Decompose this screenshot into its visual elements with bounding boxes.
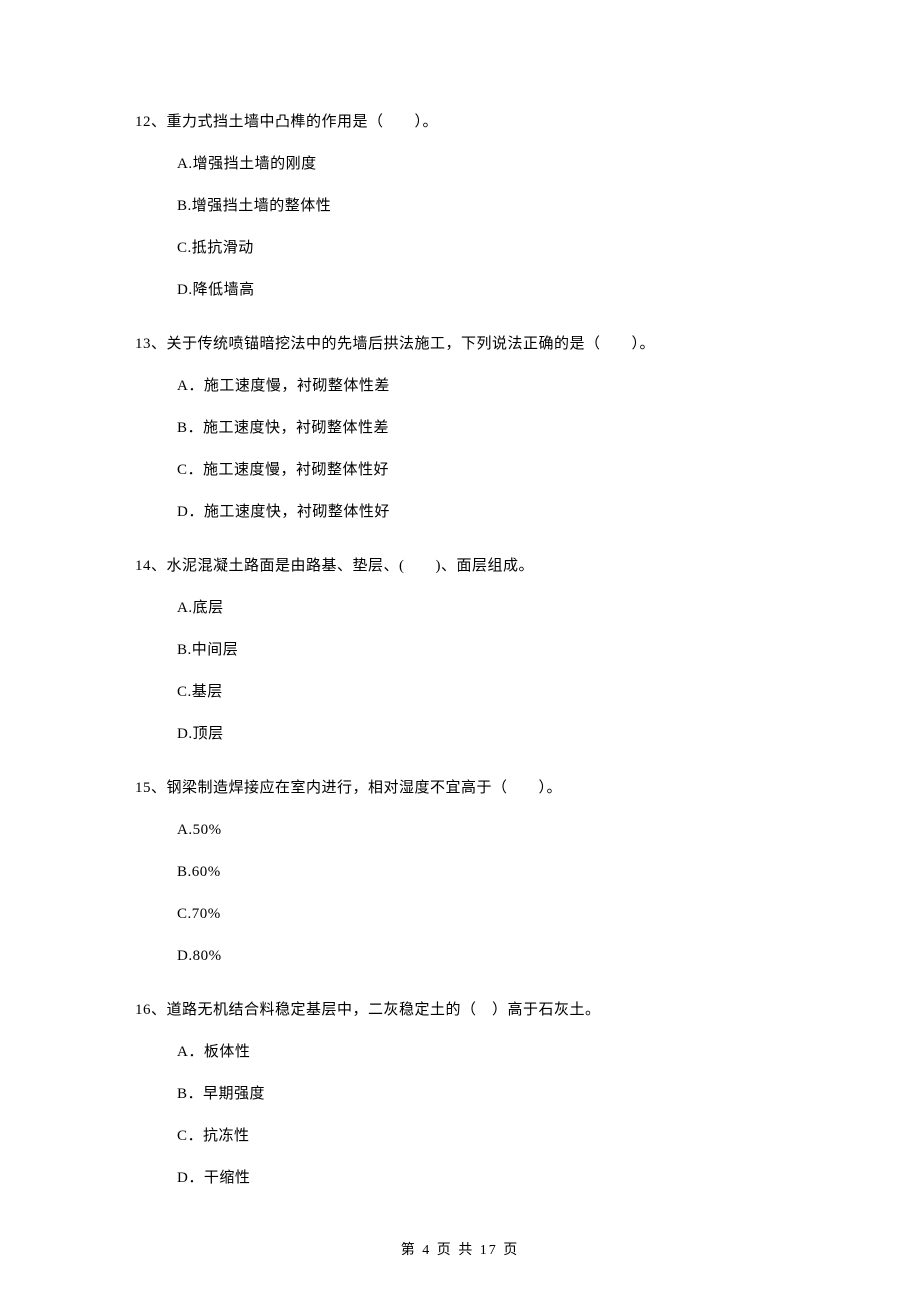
question-text: 重力式挡土墙中凸榫的作用是（ ）。 [167,114,439,130]
question-number: 13、 [135,336,167,352]
option-a: A．施工速度慢，衬砌整体性差 [135,374,785,398]
option-d: D.80% [135,944,785,968]
question-16: 16、道路无机结合料稳定基层中，二灰稳定土的（ ）高于石灰土。 A．板体性 B．… [135,998,785,1190]
question-text: 钢梁制造焊接应在室内进行，相对湿度不宜高于（ ）。 [167,780,563,796]
option-d: D.降低墙高 [135,278,785,302]
option-d: D.顶层 [135,722,785,746]
option-a: A.底层 [135,596,785,620]
question-stem: 14、水泥混凝土路面是由路基、垫层、( )、面层组成。 [135,554,785,578]
question-text: 水泥混凝土路面是由路基、垫层、( )、面层组成。 [167,558,535,574]
option-b: B．早期强度 [135,1082,785,1106]
question-text: 道路无机结合料稳定基层中，二灰稳定土的（ ）高于石灰土。 [167,1002,601,1018]
option-c: C.基层 [135,680,785,704]
option-b: B.中间层 [135,638,785,662]
question-12: 12、重力式挡土墙中凸榫的作用是（ ）。 A.增强挡土墙的刚度 B.增强挡土墙的… [135,110,785,302]
option-d: D．干缩性 [135,1166,785,1190]
question-14: 14、水泥混凝土路面是由路基、垫层、( )、面层组成。 A.底层 B.中间层 C… [135,554,785,746]
option-b: B.增强挡土墙的整体性 [135,194,785,218]
question-15: 15、钢梁制造焊接应在室内进行，相对湿度不宜高于（ ）。 A.50% B.60%… [135,776,785,968]
question-13: 13、关于传统喷锚暗挖法中的先墙后拱法施工，下列说法正确的是（ ）。 A．施工速… [135,332,785,524]
question-stem: 12、重力式挡土墙中凸榫的作用是（ ）。 [135,110,785,134]
page-footer: 第 4 页 共 17 页 [0,1240,920,1262]
option-c: C．抗冻性 [135,1124,785,1148]
question-number: 14、 [135,558,167,574]
question-stem: 16、道路无机结合料稳定基层中，二灰稳定土的（ ）高于石灰土。 [135,998,785,1022]
question-text: 关于传统喷锚暗挖法中的先墙后拱法施工，下列说法正确的是（ ）。 [167,336,656,352]
question-stem: 15、钢梁制造焊接应在室内进行，相对湿度不宜高于（ ）。 [135,776,785,800]
question-number: 15、 [135,780,167,796]
option-c: C．施工速度慢，衬砌整体性好 [135,458,785,482]
option-a: A．板体性 [135,1040,785,1064]
option-d: D．施工速度快，衬砌整体性好 [135,500,785,524]
option-b: B．施工速度快，衬砌整体性差 [135,416,785,440]
page-content: 12、重力式挡土墙中凸榫的作用是（ ）。 A.增强挡土墙的刚度 B.增强挡土墙的… [0,0,920,1190]
option-c: C.抵抗滑动 [135,236,785,260]
option-c: C.70% [135,902,785,926]
question-number: 16、 [135,1002,167,1018]
option-b: B.60% [135,860,785,884]
question-stem: 13、关于传统喷锚暗挖法中的先墙后拱法施工，下列说法正确的是（ ）。 [135,332,785,356]
question-number: 12、 [135,114,167,130]
option-a: A.50% [135,818,785,842]
option-a: A.增强挡土墙的刚度 [135,152,785,176]
